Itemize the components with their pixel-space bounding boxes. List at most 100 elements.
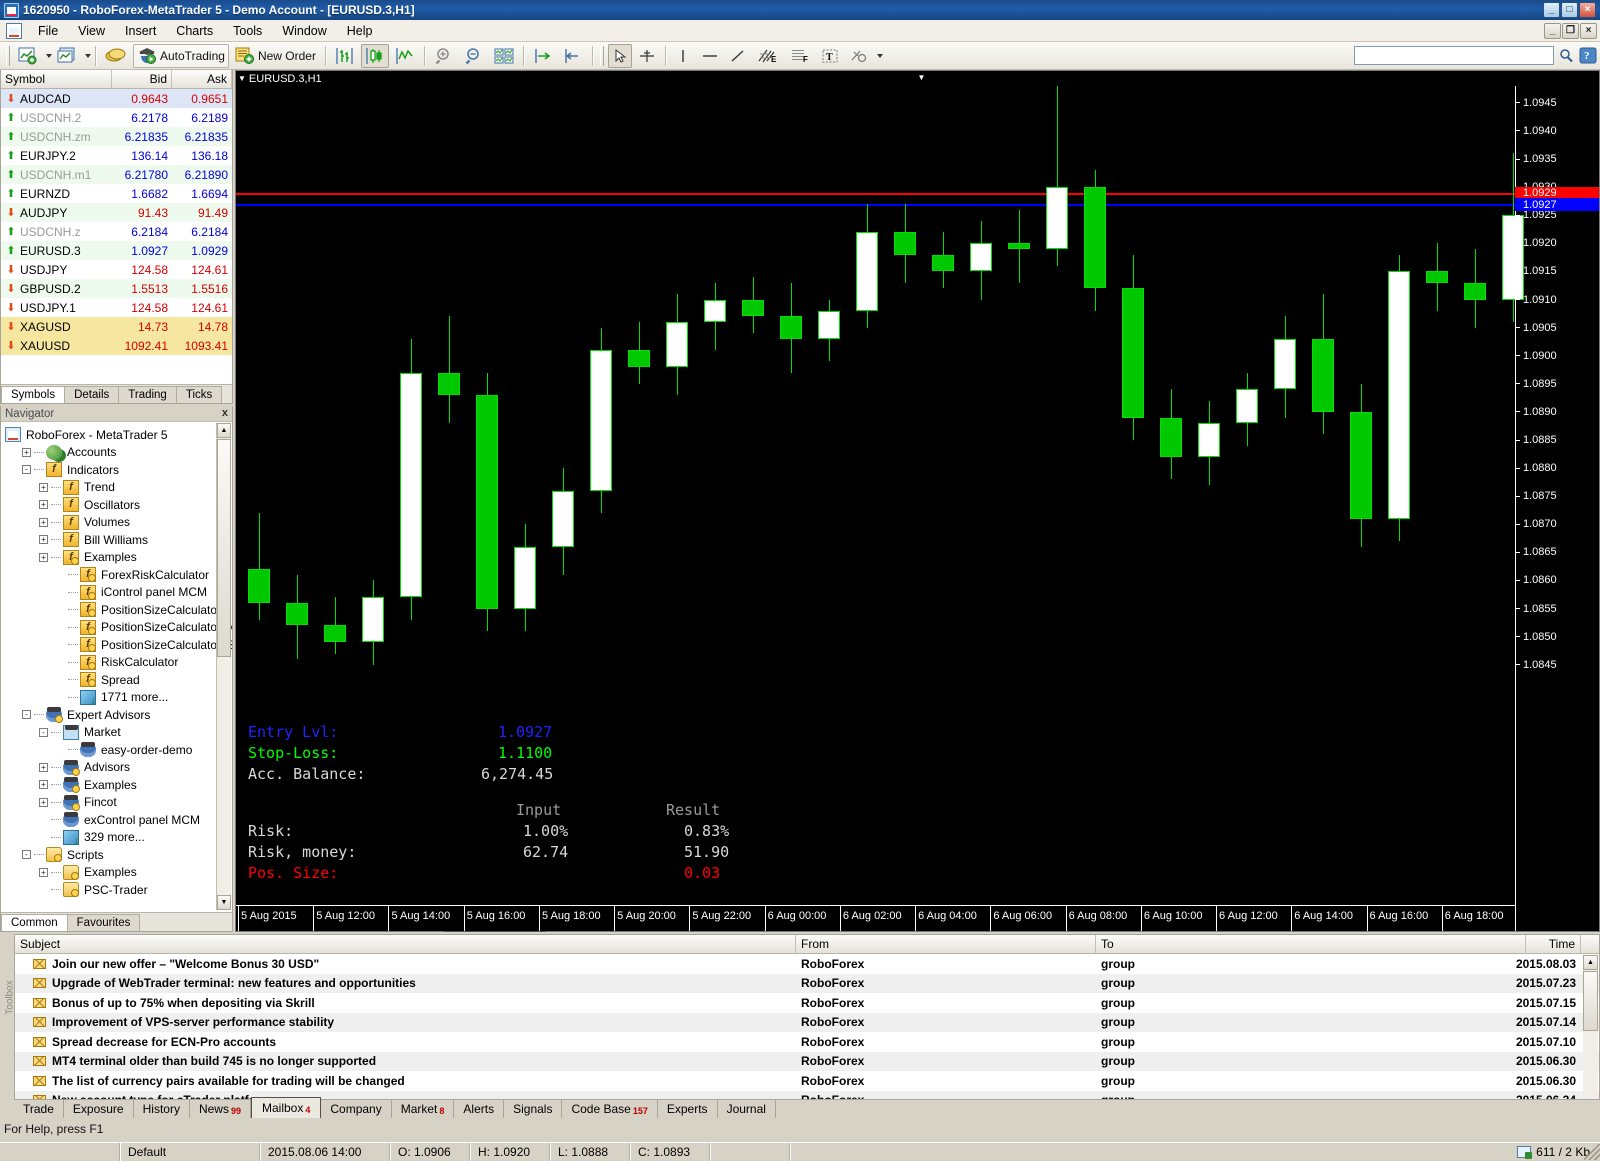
new-chart-dropdown-icon[interactable] [46,53,52,58]
tree-toggle[interactable]: - [22,710,31,720]
tree-toggle[interactable]: - [22,850,31,860]
column-header-symbol[interactable]: Symbol [1,70,112,88]
tree-toggle[interactable]: - [22,465,31,475]
market-watch-row[interactable]: ⬆ EURNZD 1.6682 1.6694 [1,184,232,203]
tree-item[interactable]: exControl panel MCM [5,811,232,829]
chart-menu-icon[interactable]: ▼ [238,74,246,83]
tree-toggle[interactable]: + [39,482,48,492]
column-header-subject[interactable]: Subject [15,935,796,953]
menu-item-insert[interactable]: Insert [115,21,166,41]
tab-trading[interactable]: Trading [118,386,177,403]
toolbox-tab-journal[interactable]: Journal [718,1100,776,1118]
tree-toggle[interactable]: + [22,447,31,457]
tree-item[interactable]: + Examples [5,864,232,882]
tree-item[interactable]: f Spread [5,671,232,689]
mailbox-row[interactable]: MT4 terminal older than build 745 is no … [15,1051,1599,1071]
search-button[interactable] [1556,46,1576,65]
mdi-close-button[interactable]: × [1580,22,1597,39]
toolbar-grip[interactable] [6,45,10,66]
navigator-close-icon[interactable]: x [222,407,228,419]
close-button[interactable]: × [1579,2,1596,18]
tree-toggle[interactable]: + [39,762,48,772]
shapes-dropdown-icon[interactable] [876,53,883,58]
column-header-from[interactable]: From [796,935,1096,953]
resize-grip[interactable] [1584,1144,1600,1160]
tree-toggle[interactable]: + [39,535,48,545]
tree-item[interactable]: - Market [5,724,232,742]
tree-toggle[interactable]: + [39,867,48,877]
cursor-icon[interactable] [607,43,632,68]
tab-symbols[interactable]: Symbols [1,386,66,403]
vertical-line-icon[interactable] [671,44,695,68]
tree-item[interactable]: - f Indicators [5,461,232,479]
tree-item[interactable]: 1771 more... [5,689,232,707]
trendline-icon[interactable] [725,44,751,68]
toolbox-tab-experts[interactable]: Experts [658,1100,718,1118]
tree-item[interactable]: f PositionSizeCalculator_Main [5,619,232,637]
mdi-minimize-button[interactable]: _ [1544,22,1561,39]
status-profile[interactable]: Default [120,1142,260,1161]
market-watch-row[interactable]: ⬇ AUDJPY 91.43 91.49 [1,203,232,222]
chart-collapse-icon[interactable]: ▼ [918,73,926,82]
toolbox-tab-signals[interactable]: Signals [504,1100,563,1118]
tree-item[interactable]: + Advisors [5,759,232,777]
profiles-icon[interactable] [53,44,81,68]
toolbox-tab-code-base[interactable]: Code Base 157 [562,1100,658,1118]
toolbox-tab-exposure[interactable]: Exposure [64,1100,134,1118]
minimize-button[interactable]: _ [1543,2,1560,18]
market-watch-row[interactable]: ⬆ USDCNH.zm 6.21835 6.21835 [1,127,232,146]
tree-toggle[interactable]: + [39,780,48,790]
column-header-time[interactable]: Time [1526,935,1581,953]
tab-favourites[interactable]: Favourites [66,914,141,931]
new-order-button[interactable]: New Order [231,44,320,68]
tree-item[interactable]: f RiskCalculator [5,654,232,672]
drawing-toolbar-grip[interactable] [599,45,604,66]
tree-item[interactable]: + f Examples [5,549,232,567]
tree-item[interactable]: f iControl panel MCM [5,584,232,602]
menu-item-help[interactable]: Help [337,21,383,41]
search-input[interactable] [1354,46,1554,65]
tree-item[interactable]: easy-order-demo [5,741,232,759]
toolbox-tab-company[interactable]: Company [321,1100,392,1118]
tree-item[interactable]: PSC-Trader [5,881,232,899]
mailbox-row[interactable]: Join our new offer – "Welcome Bonus 30 U… [15,954,1599,974]
column-header-ask[interactable]: Ask [172,70,232,88]
market-watch-row[interactable]: ⬇ XAUUSD 1092.41 1093.41 [1,336,232,355]
market-watch-row[interactable]: ⬆ EURUSD.3 1.0927 1.0929 [1,241,232,260]
tree-item[interactable]: RoboForex - MetaTrader 5 [5,426,232,444]
tree-item[interactable]: + Fincot [5,794,232,812]
mailbox-row[interactable]: Spread decrease for ECN-Pro accounts Robo… [15,1032,1599,1052]
tree-item[interactable]: + f Bill Williams [5,531,232,549]
tree-item[interactable]: 329 more... [5,829,232,847]
tree-toggle[interactable]: + [39,797,48,807]
candlestick-chart-icon[interactable] [360,43,389,68]
column-header-bid[interactable]: Bid [112,70,172,88]
tree-toggle[interactable]: + [39,552,48,562]
market-watch-icon[interactable] [101,44,131,68]
tree-toggle[interactable]: + [39,517,48,527]
tree-item[interactable]: f PositionSizeCalculator_Separat [5,636,232,654]
tree-item[interactable]: f PositionSizeCalculator [5,601,232,619]
market-watch-row[interactable]: ⬆ USDCNH.m1 6.21780 6.21890 [1,165,232,184]
shift-end-icon[interactable] [529,44,557,68]
mailbox-scrollbar[interactable]: ▲ [1583,955,1598,1098]
autotrading-button[interactable]: AutoTrading [133,43,229,68]
tile-windows-icon[interactable] [490,44,518,68]
navigator-scrollbar[interactable]: ▲ ▼ [216,423,231,910]
help-button[interactable]: ? [1578,46,1598,65]
mdi-restore-button[interactable]: ❐ [1562,22,1579,39]
mailbox-row[interactable]: Improvement of VPS-server performance st… [15,1012,1599,1032]
toolbox-tab-market[interactable]: Market 8 [392,1100,455,1118]
bar-chart-icon[interactable] [331,44,359,68]
tree-item[interactable]: + Examples [5,776,232,794]
text-label-icon[interactable]: T [817,44,843,68]
market-watch-row[interactable]: ⬇ XAGUSD 14.73 14.78 [1,317,232,336]
market-watch-row[interactable]: ⬆ USDCNH.2 6.2178 6.2189 [1,108,232,127]
zoom-out-icon[interactable] [460,44,488,68]
zoom-in-icon[interactable] [430,44,458,68]
toolbox-tab-alerts[interactable]: Alerts [454,1100,505,1118]
scroll-up-button[interactable]: ▲ [217,423,231,438]
market-watch-row[interactable]: ⬇ USDJPY 124.58 124.61 [1,260,232,279]
scroll-thumb[interactable] [217,439,231,657]
shift-start-icon[interactable] [559,44,587,68]
